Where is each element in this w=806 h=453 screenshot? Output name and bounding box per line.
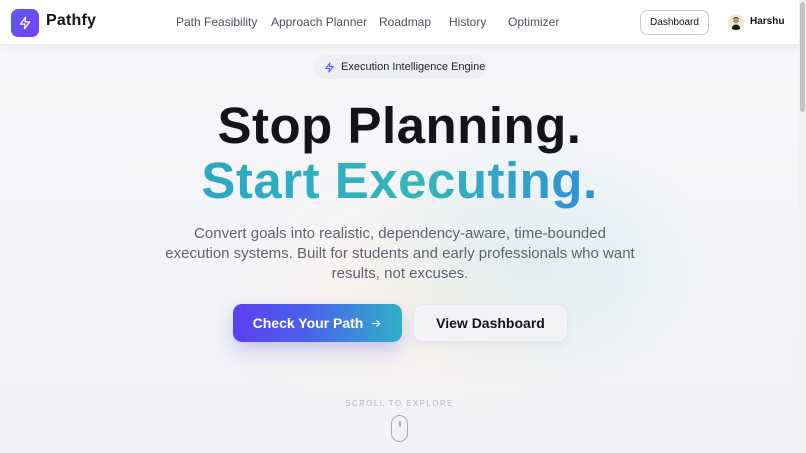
check-your-path-label: Check Your Path <box>252 315 364 331</box>
hero-headline-gradient-text: Start Executing. <box>201 152 598 209</box>
user-avatar-icon <box>728 14 744 30</box>
lightning-icon <box>325 61 334 73</box>
mouse-wheel <box>399 421 401 427</box>
hero-subtitle: Convert goals into realistic, dependency… <box>165 225 635 282</box>
lightning-icon <box>19 16 31 30</box>
nav-item-optimizer[interactable]: Optimizer <box>508 15 559 29</box>
scroll-hint: SCROLL TO EXPLORE <box>345 399 454 408</box>
user-name[interactable]: Harshu <box>750 16 784 27</box>
hero-headline-line1: Stop Planning. <box>217 97 582 154</box>
nav-item-approach-planner[interactable]: Approach Planner <box>271 15 367 29</box>
dashboard-button[interactable]: Dashboard <box>640 10 709 35</box>
arrow-right-icon <box>372 319 381 327</box>
nav-item-roadmap[interactable]: Roadmap <box>379 15 431 29</box>
nav-item-history[interactable]: History <box>449 15 486 29</box>
mouse-scroll-icon[interactable] <box>391 415 408 442</box>
hero-badge: Execution Intelligence Engine <box>314 55 487 79</box>
scrollbar-thumb[interactable] <box>800 2 805 112</box>
view-dashboard-label: View Dashboard <box>436 315 545 331</box>
logo-badge[interactable] <box>11 9 39 37</box>
view-dashboard-button[interactable]: View Dashboard <box>413 304 568 342</box>
avatar[interactable] <box>728 14 744 30</box>
check-your-path-button[interactable]: Check Your Path <box>233 304 402 342</box>
dashboard-button-label: Dashboard <box>650 17 699 28</box>
nav-item-path-feasibility[interactable]: Path Feasibility <box>176 15 257 29</box>
brand-name[interactable]: Pathfy <box>46 12 96 30</box>
hero-headline-line2: Start Executing. <box>0 151 799 210</box>
hero-badge-label: Execution Intelligence Engine <box>341 61 486 73</box>
top-navbar: Pathfy Path Feasibility Approach Planner… <box>0 0 799 45</box>
